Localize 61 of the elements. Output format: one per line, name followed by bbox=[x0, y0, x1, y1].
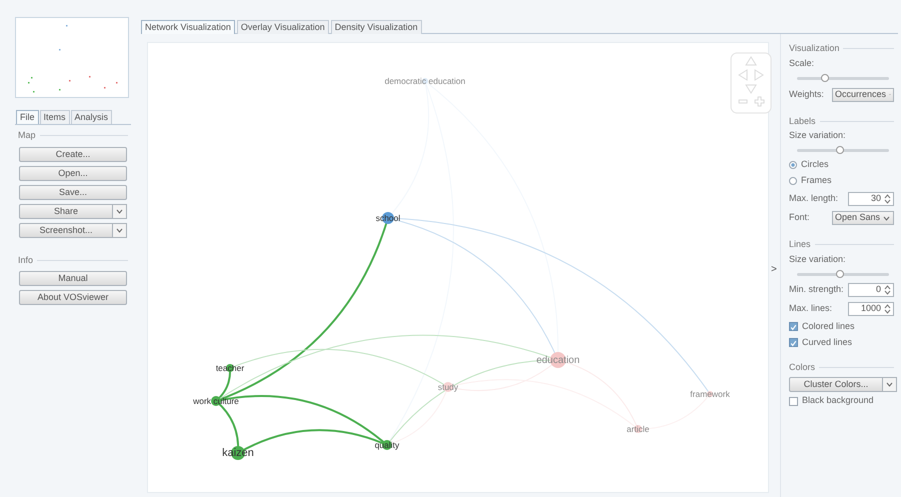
checkbox[interactable] bbox=[789, 396, 798, 406]
spin-arrows-icon[interactable] bbox=[884, 304, 891, 314]
button[interactable]: Open... bbox=[19, 166, 127, 180]
dropdown-button[interactable] bbox=[883, 376, 897, 392]
button[interactable]: Screenshot... bbox=[19, 222, 113, 238]
field-label: Size variation: bbox=[789, 129, 846, 142]
button[interactable]: About VOSviewer bbox=[19, 290, 127, 305]
spin-field[interactable]: 1000 bbox=[848, 302, 894, 316]
node[interactable]: article bbox=[626, 424, 650, 434]
caret-icon bbox=[116, 228, 123, 232]
node[interactable]: democratic education bbox=[384, 76, 466, 86]
caret-icon bbox=[116, 208, 123, 214]
slider[interactable] bbox=[797, 76, 889, 80]
field-label: Max. lines: bbox=[789, 302, 832, 316]
field-label: Size variation: bbox=[789, 252, 846, 266]
checkbox[interactable] bbox=[789, 322, 798, 331]
button[interactable]: Manual bbox=[19, 271, 127, 286]
spin-arrows-icon[interactable] bbox=[884, 194, 891, 204]
tab[interactable]: Density Visualization bbox=[330, 20, 422, 34]
spin-arrows-icon[interactable] bbox=[884, 285, 891, 295]
node[interactable]: framework bbox=[690, 389, 730, 399]
checkbox-label: Curved lines bbox=[802, 336, 852, 349]
checkbox-label: Black background bbox=[802, 394, 874, 408]
tab[interactable]: Network Visualization bbox=[141, 20, 235, 34]
section-title: Labels bbox=[789, 114, 816, 128]
section-title: Colors bbox=[789, 360, 816, 374]
dropdown[interactable]: Open Sans bbox=[832, 211, 894, 225]
button[interactable]: Create... bbox=[19, 146, 127, 162]
caret-icon bbox=[886, 382, 893, 386]
button[interactable]: Share bbox=[19, 204, 113, 218]
tab[interactable]: Analysis bbox=[70, 110, 112, 124]
checkbox[interactable] bbox=[789, 338, 798, 347]
spin-field[interactable]: 0 bbox=[848, 283, 894, 297]
dropdown[interactable]: Occurrences bbox=[832, 88, 894, 102]
section-title: Lines bbox=[789, 238, 811, 251]
radio-label: Circles bbox=[801, 158, 829, 172]
button[interactable]: Save... bbox=[19, 184, 127, 200]
radio-label: Frames bbox=[801, 174, 832, 188]
slider[interactable] bbox=[797, 272, 889, 276]
tab[interactable]: Items bbox=[40, 110, 70, 124]
field-label: Font: bbox=[789, 211, 810, 224]
node[interactable]: education bbox=[536, 352, 580, 368]
expand-toggle[interactable]: > bbox=[771, 262, 777, 277]
field-label: Max. length: bbox=[789, 192, 838, 205]
checkbox-label: Colored lines bbox=[802, 320, 855, 333]
spin-field[interactable]: 30 bbox=[848, 192, 894, 206]
field-label: Scale: bbox=[789, 56, 814, 70]
radio-button[interactable] bbox=[789, 177, 797, 185]
tab[interactable]: Overlay Visualization bbox=[236, 20, 329, 34]
field-label: Min. strength: bbox=[789, 283, 844, 296]
field-label: Weights: bbox=[789, 88, 824, 101]
dropdown-button[interactable] bbox=[113, 222, 127, 238]
section-title: Info bbox=[18, 254, 34, 266]
section-title: Map bbox=[18, 129, 36, 142]
dropdown-button[interactable] bbox=[113, 204, 127, 218]
radio-button[interactable] bbox=[789, 161, 797, 169]
button[interactable]: Cluster Colors... bbox=[789, 376, 883, 392]
slider[interactable] bbox=[797, 149, 889, 152]
section-title: Visualization bbox=[789, 42, 840, 55]
caret-icon bbox=[883, 216, 890, 220]
tab[interactable]: File bbox=[16, 110, 39, 124]
